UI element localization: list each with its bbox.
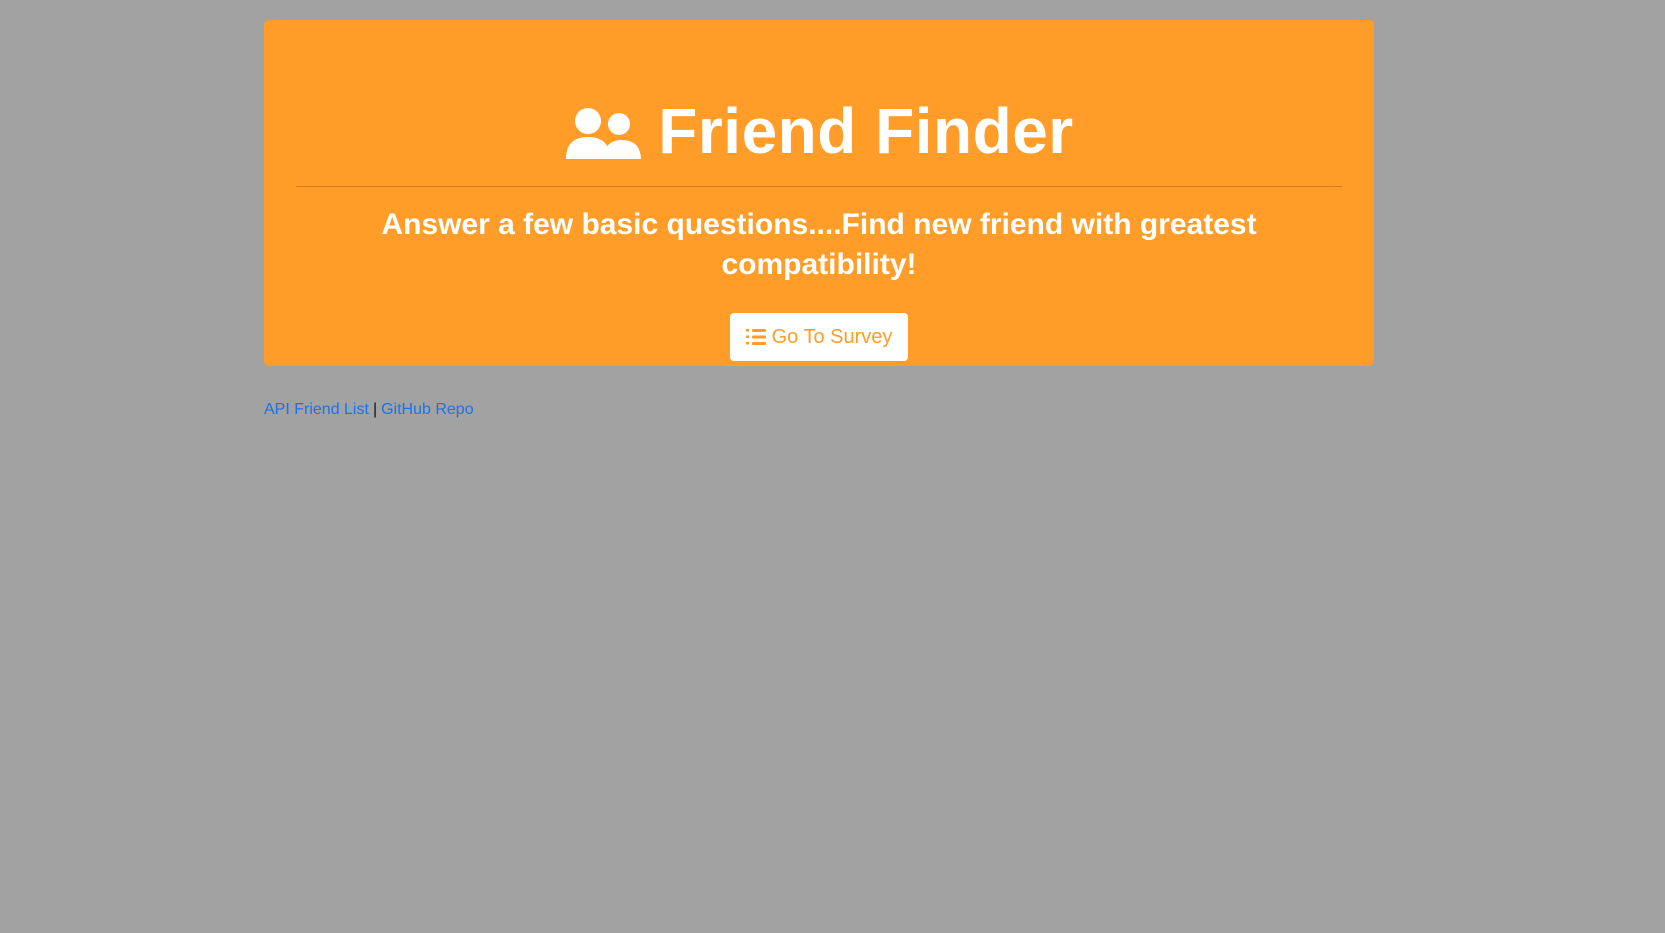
user-friends-icon — [566, 108, 642, 159]
main-container: Friend Finder Answer a few basic questio… — [264, 20, 1374, 419]
subtitle: Answer a few basic questions....Find new… — [381, 208, 1257, 281]
footer-links: API Friend List | GitHub Repo — [264, 401, 1374, 419]
go-to-survey-button[interactable]: Go To Survey — [729, 313, 909, 361]
divider — [296, 186, 1342, 187]
github-repo-link[interactable]: GitHub Repo — [381, 401, 474, 418]
link-separator: | — [372, 401, 378, 418]
hero-banner: Friend Finder Answer a few basic questio… — [264, 20, 1374, 366]
page-title: Friend Finder — [658, 95, 1074, 167]
title-row: Friend Finder — [296, 20, 1342, 174]
survey-button-label: Go To Survey — [771, 325, 893, 348]
api-friend-list-link[interactable]: API Friend List — [264, 401, 369, 418]
list-ol-icon — [745, 329, 766, 345]
